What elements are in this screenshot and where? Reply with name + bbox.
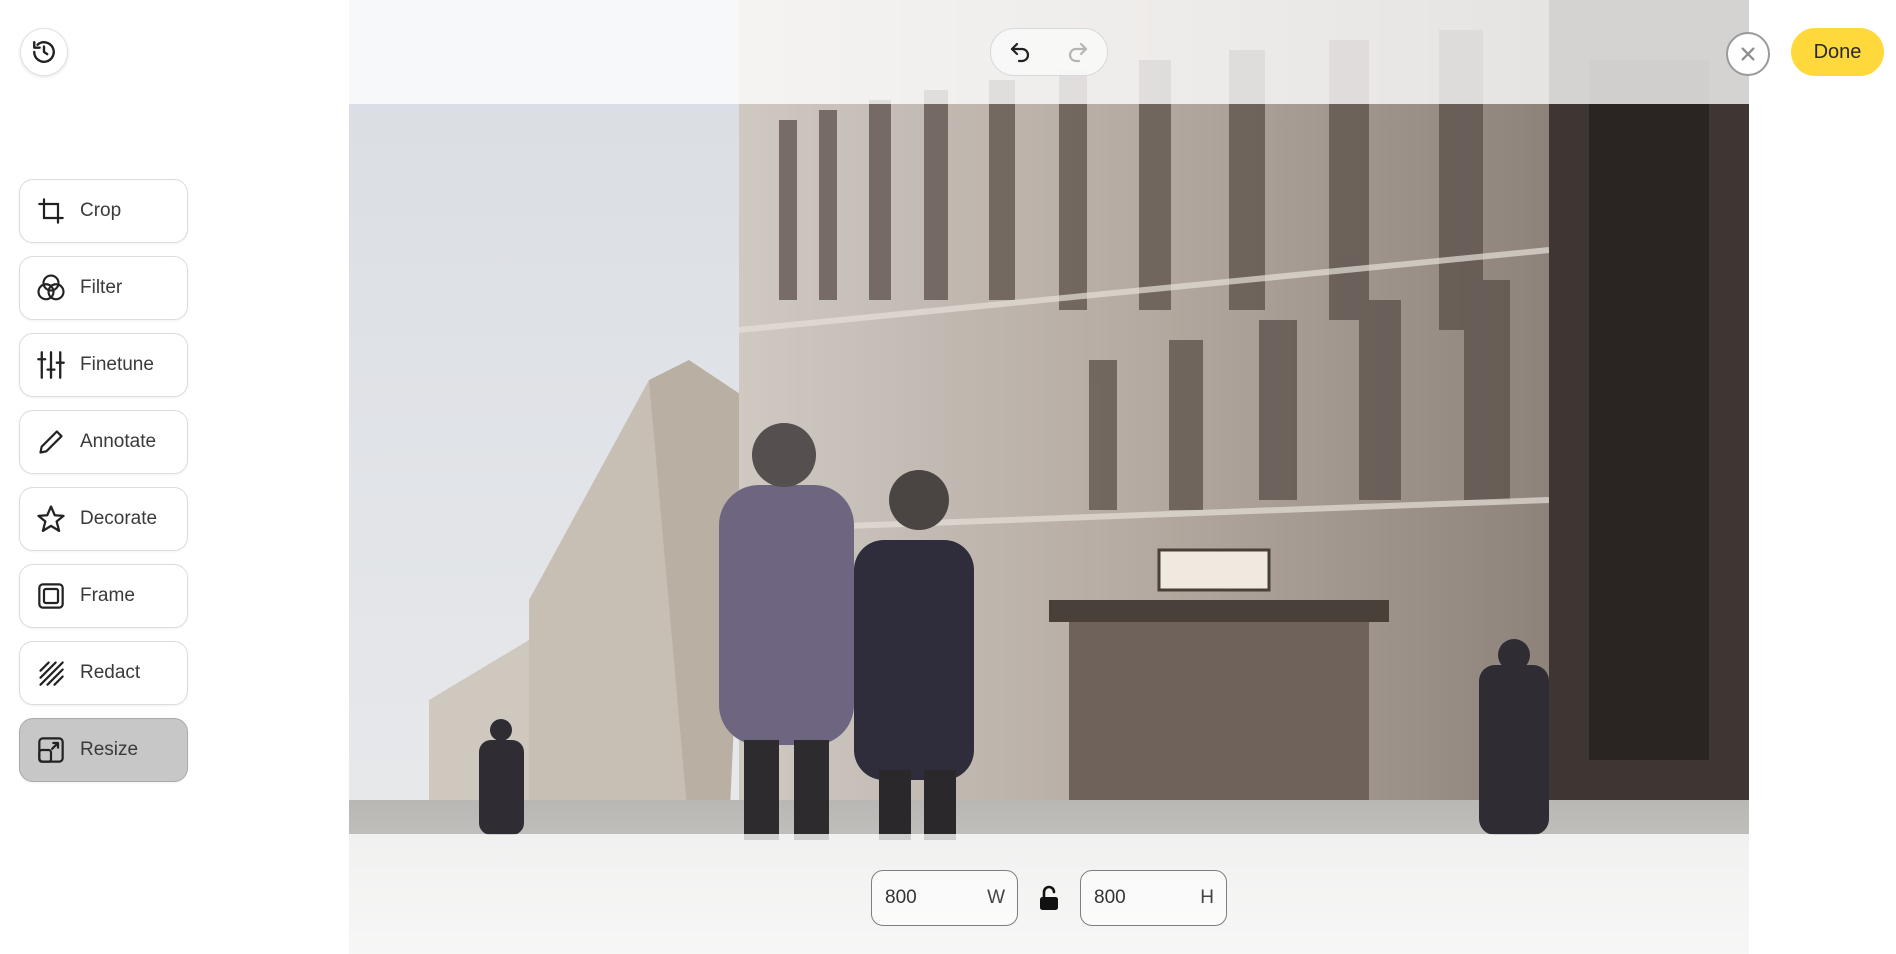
height-input[interactable] [1094, 887, 1174, 909]
tool-label: Finetune [80, 354, 154, 375]
revert-history-button[interactable] [20, 28, 68, 76]
tool-label: Filter [80, 277, 123, 298]
aspect-lock-toggle[interactable] [1018, 884, 1080, 912]
tool-label: Crop [80, 200, 122, 221]
redact-icon [36, 658, 66, 688]
resize-icon [36, 735, 66, 765]
tool-label: Annotate [80, 431, 157, 452]
tool-label: Frame [80, 585, 135, 606]
frame-icon [36, 581, 66, 611]
undo-button[interactable] [991, 29, 1049, 75]
tool-finetune[interactable]: Finetune [19, 333, 188, 397]
close-button[interactable] [1726, 32, 1770, 76]
filter-icon [36, 273, 66, 303]
unlock-icon [1040, 885, 1058, 910]
undo-icon [1010, 42, 1030, 63]
redo-icon [1068, 42, 1088, 63]
tool-decorate[interactable]: Decorate [19, 487, 188, 551]
height-unit-label: H [1200, 887, 1214, 908]
tool-redact[interactable]: Redact [19, 641, 188, 705]
done-button[interactable]: Done [1791, 28, 1884, 76]
tool-frame[interactable]: Frame [19, 564, 188, 628]
history-icon [33, 41, 55, 63]
tool-label: Decorate [80, 508, 158, 529]
tool-sidebar: Crop Filter Finetune Annotate Decorate F… [19, 179, 188, 795]
tool-label: Redact [80, 662, 141, 683]
width-unit-label: W [987, 887, 1005, 908]
tool-resize[interactable]: Resize [19, 718, 188, 782]
width-field[interactable]: W [871, 870, 1018, 926]
undo-redo-group [990, 28, 1108, 76]
width-input[interactable] [885, 887, 965, 909]
star-icon [36, 504, 66, 534]
close-icon [1741, 47, 1755, 61]
tool-annotate[interactable]: Annotate [19, 410, 188, 474]
resize-controls: W H [871, 870, 1227, 926]
image-canvas[interactable] [349, 0, 1749, 954]
tool-crop[interactable]: Crop [19, 179, 188, 243]
crop-icon [36, 196, 66, 226]
image-editor: Crop Filter Finetune Annotate Decorate F… [0, 0, 1896, 954]
street-photo [349, 0, 1749, 954]
pencil-icon [36, 427, 66, 457]
height-field[interactable]: H [1080, 870, 1227, 926]
redo-button[interactable] [1049, 29, 1107, 75]
tool-filter[interactable]: Filter [19, 256, 188, 320]
sliders-icon [36, 350, 66, 380]
tool-label: Resize [80, 739, 139, 760]
